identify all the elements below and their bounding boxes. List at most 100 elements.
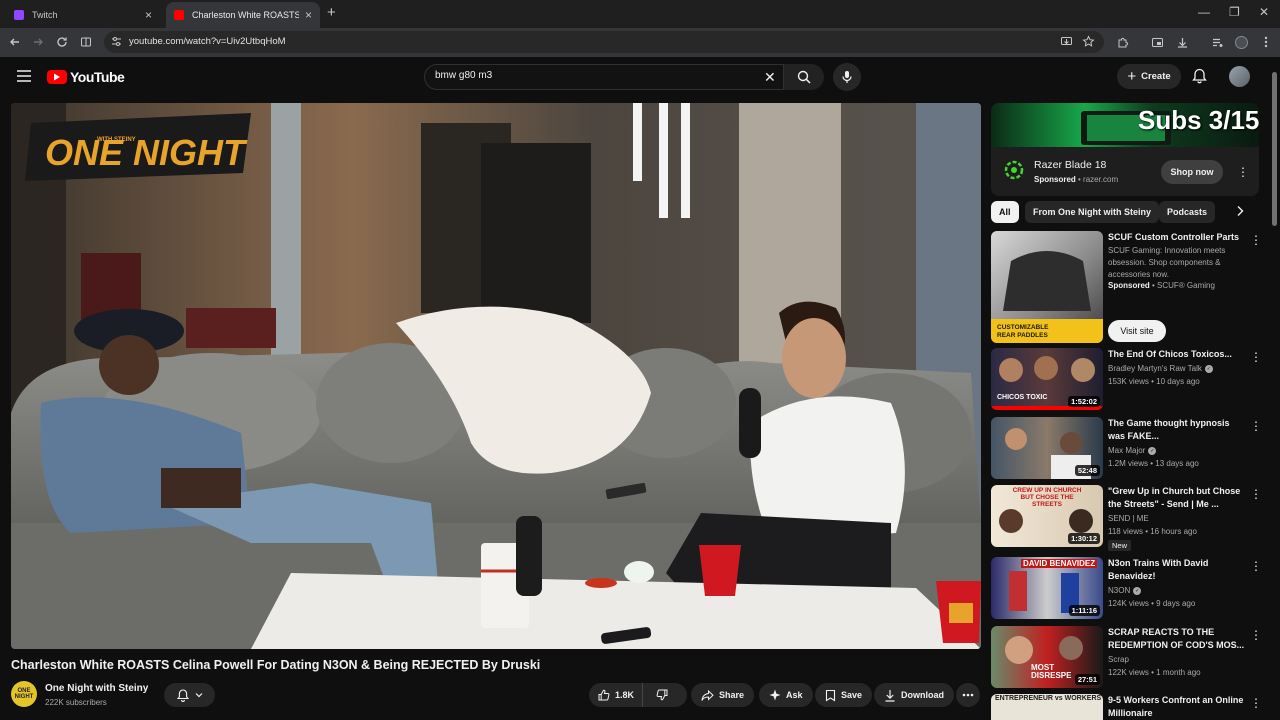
ad-domain: razer.com <box>1083 175 1119 184</box>
profile-icon[interactable] <box>1233 34 1249 50</box>
thumbnail-text: ENTREPRENEUR vs WORKERS <box>995 695 1102 702</box>
chip-from-channel[interactable]: From One Night with Steiny <box>1025 201 1160 223</box>
tab-title: Charleston White ROASTS Celina Powell Fo… <box>192 10 299 20</box>
chip-podcasts[interactable]: Podcasts <box>1159 201 1216 223</box>
item-menu-icon[interactable]: ⋮ <box>1250 560 1262 572</box>
sponsored-ad-card[interactable]: Subs 3/15 Razer Blade 18 Sponsored • raz… <box>991 103 1259 196</box>
video-duration: 1:30:12 <box>1068 533 1100 544</box>
bookmark-star-icon[interactable] <box>1082 35 1095 48</box>
share-button[interactable]: Share <box>691 683 755 707</box>
thumbnail-text: CUSTOMIZABLE REAR PADDLES <box>997 324 1049 339</box>
channel-name[interactable]: One Night with Steiny <box>45 683 148 694</box>
svg-text:WITH STEINY: WITH STEINY <box>97 137 136 143</box>
thumbnail[interactable]: CREW UP IN CHURCH BUT CHOSE THE STREETS … <box>991 485 1103 547</box>
verified-icon: ✓ <box>1133 586 1142 595</box>
tab-youtube-video[interactable]: Charleston White ROASTS Celina Powell Fo… <box>166 2 320 28</box>
reload-icon[interactable] <box>54 34 70 50</box>
clear-search-icon[interactable]: ✕ <box>764 69 776 85</box>
video-meta: 118 views • 16 hours ago <box>1108 527 1197 536</box>
shop-now-button[interactable]: Shop now <box>1161 160 1223 184</box>
thumbnail[interactable]: DAVID BENAVIDEZ 1:11:16 <box>991 557 1103 619</box>
video-title: SCUF Custom Controller Parts <box>1108 232 1240 242</box>
back-icon[interactable] <box>7 34 23 50</box>
thumbnail[interactable]: ENTREPRENEUR vs WORKERS <box>991 694 1103 720</box>
video-title: The Game thought hypnosis was FAKE... <box>1108 418 1230 441</box>
bell-icon <box>176 688 189 702</box>
thumbs-down-icon <box>656 689 668 701</box>
dislike-button[interactable] <box>648 683 676 707</box>
item-menu-icon[interactable]: ⋮ <box>1250 420 1262 432</box>
account-avatar[interactable] <box>1229 66 1250 87</box>
cast-icon[interactable] <box>1149 34 1165 50</box>
video-title: Charleston White ROASTS Celina Powell Fo… <box>11 658 541 672</box>
subscription-notification-button[interactable] <box>164 683 215 707</box>
save-button[interactable]: Save <box>815 683 873 707</box>
close-tab-icon[interactable]: × <box>305 9 312 21</box>
guide-menu-icon[interactable] <box>17 70 31 82</box>
scrollbar-thumb[interactable] <box>1272 72 1277 226</box>
sponsored-label: Sponsored <box>1034 175 1076 184</box>
recommended-video[interactable]: MOST DISRESPE 27:51 SCRAP REACTS TO THE … <box>991 626 1266 688</box>
extensions-icon[interactable] <box>1114 34 1130 50</box>
site-info-icon[interactable] <box>111 36 122 47</box>
related-filter-chips: All From One Night with Steiny Podcasts <box>991 201 1256 223</box>
download-button[interactable]: Download <box>874 683 954 707</box>
address-bar[interactable]: youtube.com/watch?v=Uiv2UtbqHoM <box>104 31 1104 53</box>
item-menu-icon[interactable]: ⋮ <box>1250 234 1262 246</box>
search-button[interactable] <box>784 64 824 90</box>
video-title: SCRAP REACTS TO THE REDEMPTION OF COD'S … <box>1108 627 1245 650</box>
download-label: Download <box>901 690 944 700</box>
downloads-icon[interactable] <box>1174 34 1190 50</box>
recommended-video[interactable]: CHICOS TOXIC 1:52:02 The End Of Chicos T… <box>991 348 1266 410</box>
create-button[interactable]: + Create <box>1117 64 1181 89</box>
url-text: youtube.com/watch?v=Uiv2UtbqHoM <box>129 36 286 47</box>
close-window-icon[interactable]: ✕ <box>1259 5 1269 19</box>
verified-icon: ✓ <box>1204 364 1213 373</box>
one-night-logo: ONE NIGHT WITH STEINY <box>25 113 251 181</box>
more-actions-button[interactable] <box>956 683 980 707</box>
minimize-icon[interactable]: — <box>1198 5 1210 19</box>
ad-menu-icon[interactable]: ⋮ <box>1237 166 1249 178</box>
youtube-icon <box>174 10 184 20</box>
recommended-video[interactable]: DAVID BENAVIDEZ 1:11:16 N3on Trains With… <box>991 557 1266 619</box>
channel-avatar[interactable]: ONE NIGHT <box>11 681 37 707</box>
search-input[interactable] <box>435 70 755 81</box>
notifications-bell-icon[interactable] <box>1192 68 1207 84</box>
close-tab-icon[interactable]: × <box>145 9 152 21</box>
item-menu-icon[interactable]: ⋮ <box>1250 488 1262 500</box>
item-menu-icon[interactable]: ⋮ <box>1250 697 1262 709</box>
restore-icon[interactable]: ❐ <box>1229 5 1240 19</box>
sponsored-recommendation[interactable]: CUSTOMIZABLE REAR PADDLES SCUF Custom Co… <box>991 231 1266 343</box>
new-tab-button[interactable]: + <box>327 5 336 20</box>
youtube-logo[interactable]: YouTube <box>47 69 125 85</box>
recommended-video[interactable]: 52:48 The Game thought hypnosis was FAKE… <box>991 417 1266 479</box>
voice-search-button[interactable] <box>833 63 861 91</box>
recommended-video[interactable]: ENTREPRENEUR vs WORKERS 9-5 Workers Conf… <box>991 694 1266 720</box>
thumbnail[interactable]: 52:48 <box>991 417 1103 479</box>
ask-button[interactable]: Ask <box>759 683 813 707</box>
thumbnail[interactable]: CHICOS TOXIC 1:52:02 <box>991 348 1103 410</box>
save-label: Save <box>841 690 863 700</box>
video-player[interactable]: ONE NIGHT WITH STEINY <box>11 103 981 649</box>
install-app-icon[interactable] <box>1060 35 1073 48</box>
item-menu-icon[interactable]: ⋮ <box>1250 351 1262 363</box>
chip-all[interactable]: All <box>991 201 1019 223</box>
media-control-icon[interactable] <box>1209 34 1225 50</box>
search-box[interactable]: ✕ <box>424 64 784 90</box>
chevron-right-icon[interactable] <box>1236 205 1244 217</box>
visit-site-button[interactable]: Visit site <box>1108 320 1166 342</box>
thumbnail[interactable]: CUSTOMIZABLE REAR PADDLES <box>991 231 1103 343</box>
video-owner-row: ONE NIGHT One Night with Steiny 222K sub… <box>11 681 981 711</box>
side-panel-icon[interactable] <box>78 34 94 50</box>
like-dislike-group: 1.8K <box>589 683 687 707</box>
thumbnail[interactable]: MOST DISRESPE 27:51 <box>991 626 1103 688</box>
channel-name: Max Major ✓ <box>1108 446 1157 455</box>
tab-twitch[interactable]: Twitch × <box>6 2 160 28</box>
chrome-menu-icon[interactable] <box>1258 34 1274 50</box>
forward-icon[interactable] <box>30 34 46 50</box>
like-button[interactable]: 1.8K <box>589 683 644 707</box>
razer-logo-icon <box>1003 159 1025 181</box>
item-menu-icon[interactable]: ⋮ <box>1250 629 1262 641</box>
recommended-video[interactable]: CREW UP IN CHURCH BUT CHOSE THE STREETS … <box>991 485 1266 555</box>
video-meta: 1.2M views • 13 days ago <box>1108 459 1199 468</box>
